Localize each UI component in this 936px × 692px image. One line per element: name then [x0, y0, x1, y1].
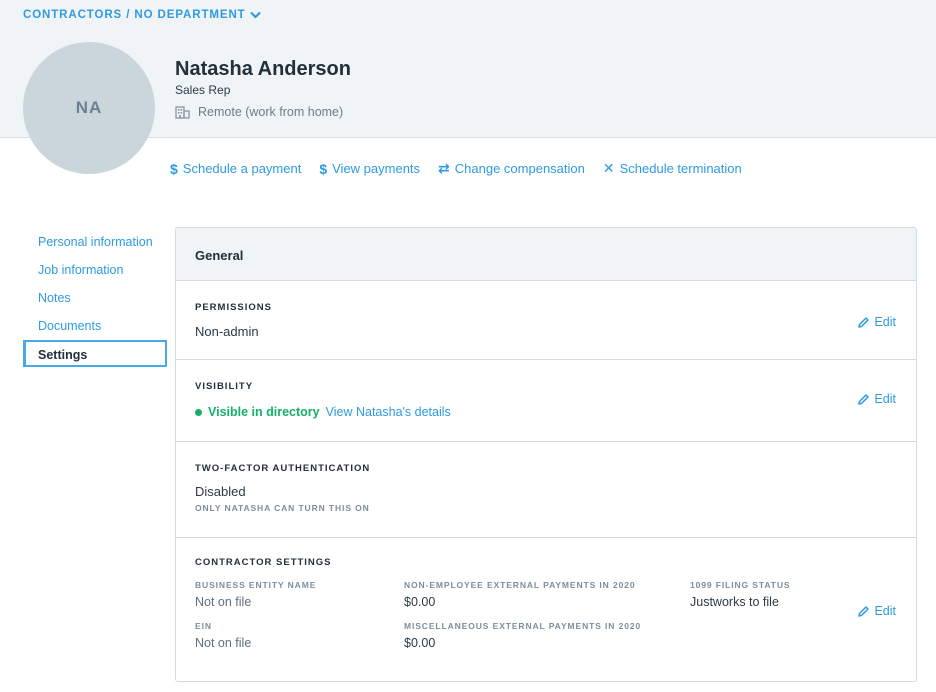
- non-employee-payments-value: $0.00: [404, 595, 436, 609]
- business-entity-field: BUSINESS ENTITY NAME Not on file: [195, 580, 316, 609]
- status-dot-icon: [195, 408, 202, 416]
- dollar-icon: $: [170, 160, 178, 177]
- sidebar-item-job-information[interactable]: Job information: [23, 256, 167, 284]
- non-employee-payments-field: NON-EMPLOYEE EXTERNAL PAYMENTS IN 2020 $…: [404, 580, 635, 609]
- two-factor-label: TWO-FACTOR AUTHENTICATION: [195, 463, 371, 474]
- pencil-icon: [858, 316, 870, 328]
- permissions-value: Non-admin: [195, 324, 259, 339]
- job-title: Sales Rep: [175, 83, 231, 97]
- close-icon: ✕: [602, 160, 615, 176]
- building-icon: [175, 105, 190, 119]
- visibility-status: Visible in directory: [208, 405, 320, 419]
- employee-name: Natasha Anderson: [175, 58, 351, 80]
- visibility-label: VISIBILITY: [195, 381, 254, 392]
- profile-sidebar: Personal information Job information Not…: [23, 228, 167, 367]
- edit-label: Edit: [874, 604, 896, 618]
- sidebar-item-personal-information[interactable]: Personal information: [23, 228, 167, 256]
- pencil-icon: [858, 605, 870, 617]
- change-compensation-link[interactable]: ⇄ Change compensation: [438, 160, 585, 177]
- avatar: NA: [23, 42, 155, 174]
- settings-panel: General PERMISSIONS Non-admin Edit VISIB…: [175, 227, 917, 682]
- view-payments-link[interactable]: $ View payments: [319, 160, 420, 177]
- chevron-down-icon: [249, 11, 261, 19]
- ein-value: Not on file: [195, 636, 252, 650]
- two-factor-note: ONLY NATASHA CAN TURN THIS ON: [195, 503, 370, 513]
- edit-contractor-settings-button[interactable]: Edit: [857, 604, 896, 618]
- business-entity-value: Not on file: [195, 595, 252, 609]
- swap-icon: ⇄: [438, 160, 450, 176]
- edit-label: Edit: [874, 315, 896, 329]
- panel-title: General: [176, 228, 916, 281]
- edit-permissions-button[interactable]: Edit: [857, 315, 896, 329]
- breadcrumb[interactable]: CONTRACTORS / NO DEPARTMENT: [23, 9, 261, 21]
- breadcrumb-label: CONTRACTORS / NO DEPARTMENT: [23, 9, 246, 21]
- edit-visibility-button[interactable]: Edit: [857, 392, 896, 406]
- dollar-icon: $: [319, 160, 328, 177]
- schedule-termination-link[interactable]: ✕ Schedule termination: [603, 160, 742, 177]
- misc-payments-label: MISCELLANEOUS EXTERNAL PAYMENTS IN 2020: [404, 621, 642, 631]
- employee-actions: $ Schedule a payment $ View payments ⇄ C…: [170, 160, 742, 177]
- sidebar-item-settings[interactable]: Settings: [23, 340, 167, 367]
- change-compensation-label: Change compensation: [454, 161, 585, 176]
- two-factor-value: Disabled: [195, 484, 246, 499]
- filing-status-value: Justworks to file: [690, 595, 779, 609]
- permissions-label: PERMISSIONS: [195, 302, 272, 313]
- sidebar-item-documents[interactable]: Documents: [23, 312, 167, 340]
- pencil-icon: [858, 393, 870, 405]
- contractor-settings-label: CONTRACTOR SETTINGS: [195, 557, 332, 568]
- misc-payments-field: MISCELLANEOUS EXTERNAL PAYMENTS IN 2020 …: [404, 621, 641, 650]
- edit-label: Edit: [874, 392, 896, 406]
- visibility-section: VISIBILITY Visible in directory View Nat…: [176, 360, 916, 442]
- work-location: Remote (work from home): [175, 105, 343, 119]
- sidebar-item-notes[interactable]: Notes: [23, 284, 167, 312]
- ein-label: EIN: [195, 621, 212, 631]
- misc-payments-value: $0.00: [404, 636, 436, 650]
- filing-status-field: 1099 FILING STATUS Justworks to file: [690, 580, 790, 609]
- schedule-payment-label: Schedule a payment: [182, 161, 302, 176]
- two-factor-section: TWO-FACTOR AUTHENTICATION Disabled ONLY …: [176, 442, 916, 538]
- view-details-link[interactable]: View Natasha's details: [326, 405, 451, 419]
- ein-field: EIN Not on file: [195, 621, 251, 650]
- avatar-initials: NA: [75, 98, 103, 117]
- non-employee-payments-label: NON-EMPLOYEE EXTERNAL PAYMENTS IN 2020: [404, 580, 636, 590]
- permissions-section: PERMISSIONS Non-admin Edit: [176, 281, 916, 360]
- visibility-row: Visible in directory View Natasha's deta…: [195, 405, 451, 419]
- view-payments-label: View payments: [332, 161, 421, 176]
- work-location-label: Remote (work from home): [198, 105, 344, 119]
- filing-status-label: 1099 FILING STATUS: [690, 580, 791, 590]
- business-entity-label: BUSINESS ENTITY NAME: [195, 580, 317, 590]
- schedule-payment-link[interactable]: $ Schedule a payment: [170, 160, 301, 177]
- contractor-settings-section: CONTRACTOR SETTINGS BUSINESS ENTITY NAME…: [176, 538, 916, 681]
- schedule-termination-label: Schedule termination: [619, 161, 742, 176]
